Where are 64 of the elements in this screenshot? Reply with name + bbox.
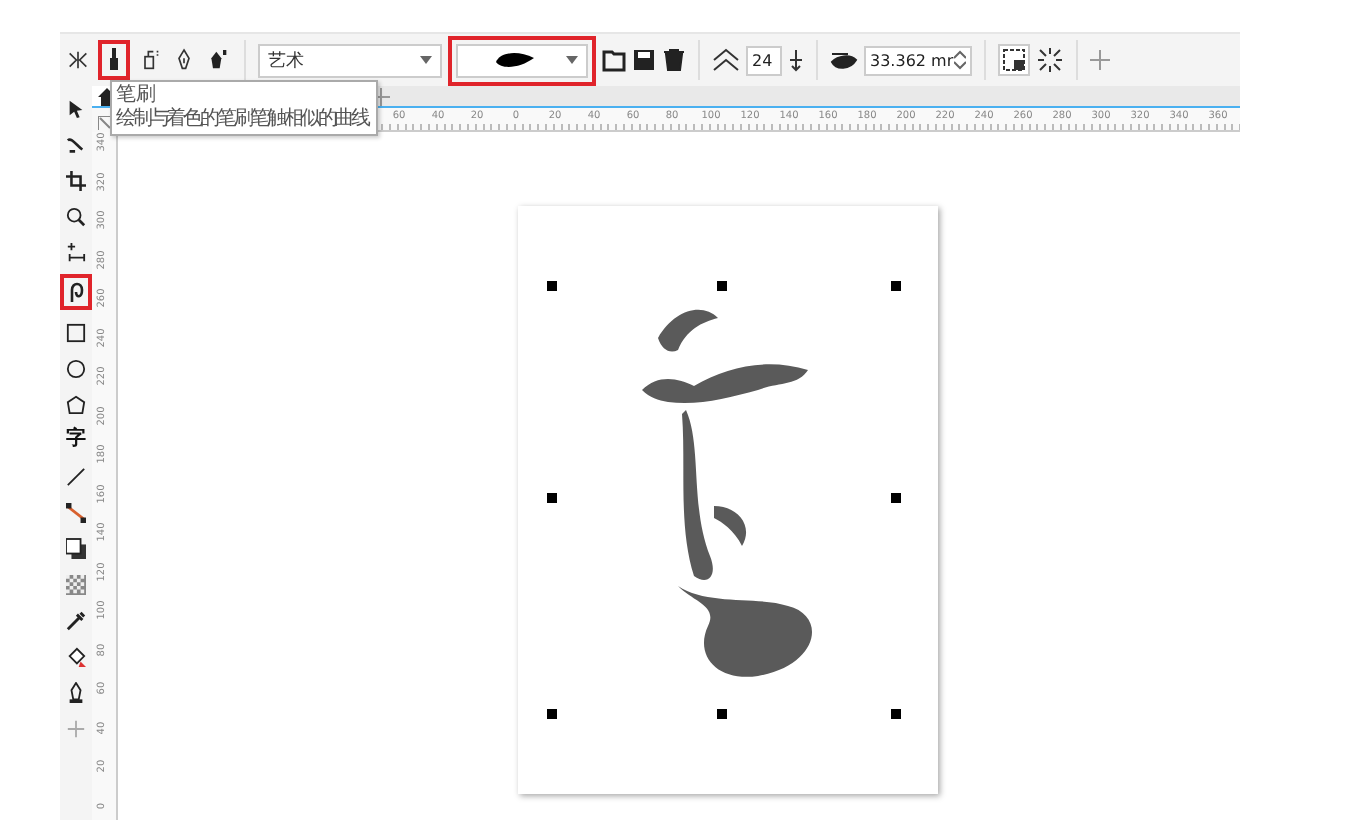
pen-nib-icon bbox=[211, 50, 227, 69]
sprayer-icon bbox=[144, 50, 160, 70]
selection-handle[interactable] bbox=[547, 709, 557, 719]
curve-icon bbox=[69, 281, 83, 301]
selection-handle[interactable] bbox=[717, 709, 727, 719]
mirror-icon bbox=[68, 50, 88, 70]
zoom-icon bbox=[66, 206, 86, 226]
selection-handle[interactable] bbox=[891, 493, 901, 503]
rectangle-icon bbox=[66, 322, 86, 342]
selection-handle[interactable] bbox=[547, 281, 557, 291]
paint-bucket-icon bbox=[68, 646, 86, 666]
folder-icon[interactable] bbox=[602, 48, 626, 72]
stroke-width-field[interactable]: 33.362 mr bbox=[864, 45, 972, 75]
trash-icon[interactable] bbox=[662, 48, 686, 72]
tool-button[interactable] bbox=[62, 318, 90, 346]
node-edit-icon bbox=[66, 137, 84, 152]
pen-nib-icon bbox=[69, 681, 83, 702]
pen-nib-icon bbox=[178, 49, 190, 70]
selection-handle[interactable] bbox=[891, 709, 901, 719]
polygon-icon bbox=[66, 394, 86, 414]
tooltip-text: 绘制与着色的笔刷笔触相似的曲线 bbox=[116, 108, 372, 132]
scatter-icon[interactable] bbox=[1036, 46, 1064, 74]
selection-handle[interactable] bbox=[717, 281, 727, 291]
eyedropper-icon bbox=[66, 610, 86, 630]
crop-icon bbox=[66, 169, 86, 191]
tool-button[interactable] bbox=[62, 390, 90, 418]
stroke-dropdown[interactable] bbox=[448, 35, 596, 85]
brush-icon bbox=[110, 48, 118, 70]
tool-button[interactable]: 字 bbox=[62, 426, 90, 454]
tool-button[interactable] bbox=[60, 274, 92, 310]
tooltip-title: 笔刷 bbox=[116, 84, 156, 107]
checkerboard-icon bbox=[66, 574, 86, 594]
pointer-icon bbox=[69, 99, 83, 118]
caret-icon bbox=[420, 56, 432, 64]
add-tab-icon[interactable] bbox=[372, 87, 390, 105]
line-icon bbox=[66, 466, 86, 486]
add-icon bbox=[66, 718, 86, 738]
connector-icon bbox=[66, 502, 86, 522]
tool-button[interactable] bbox=[62, 202, 90, 230]
add-icon[interactable] bbox=[1090, 50, 1110, 70]
tool-button[interactable] bbox=[62, 166, 90, 194]
selection-handle[interactable] bbox=[891, 281, 901, 291]
stroke-width-icon bbox=[830, 48, 858, 72]
ellipse-icon bbox=[66, 358, 86, 378]
frame-icon[interactable] bbox=[998, 44, 1030, 76]
tool-button[interactable] bbox=[62, 606, 90, 634]
tool-button[interactable] bbox=[62, 534, 90, 562]
tool-button[interactable] bbox=[62, 462, 90, 490]
brush-stroke-icon bbox=[494, 50, 534, 70]
caret-icon bbox=[566, 56, 578, 64]
smoothing-icon bbox=[712, 48, 740, 72]
smoothing-field[interactable]: 24 bbox=[746, 45, 782, 75]
tool-button[interactable] bbox=[62, 498, 90, 526]
selection-handle[interactable] bbox=[547, 493, 557, 503]
dimension-icon bbox=[66, 241, 86, 262]
drop-shadow-icon bbox=[66, 537, 86, 558]
tool-button[interactable] bbox=[62, 354, 90, 382]
spinner-icon bbox=[954, 50, 966, 70]
tool-button[interactable] bbox=[62, 238, 90, 266]
category-dropdown[interactable]: 艺术 bbox=[258, 43, 442, 77]
tool-button[interactable] bbox=[98, 40, 130, 80]
slider-icon[interactable] bbox=[788, 48, 804, 72]
origin-icon bbox=[98, 116, 112, 130]
save-icon[interactable] bbox=[632, 48, 656, 72]
